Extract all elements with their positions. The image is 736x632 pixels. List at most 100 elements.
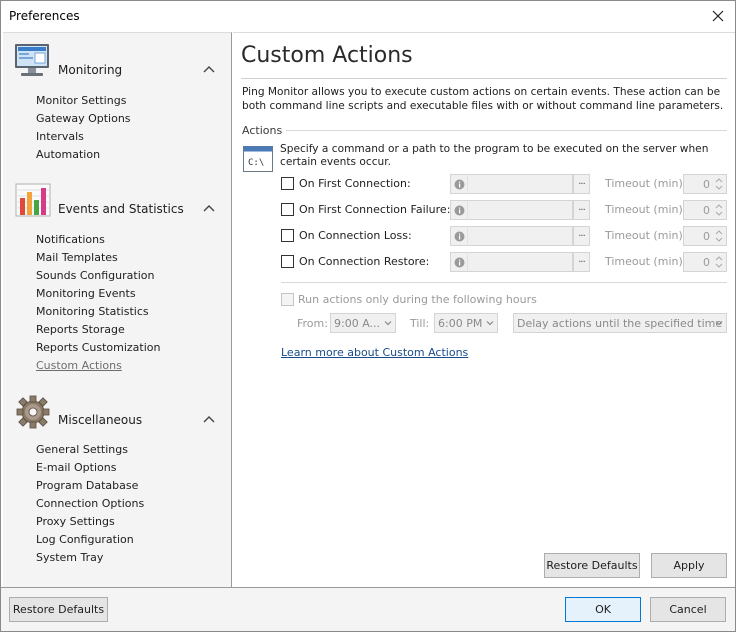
sidebar-item-intervals[interactable]: Intervals: [36, 130, 84, 143]
sidebar-item-monitoring-statistics[interactable]: Monitoring Statistics: [36, 305, 149, 318]
info-icon: [454, 231, 464, 241]
command-path-input[interactable]: [467, 226, 573, 246]
browse-button[interactable]: ···: [573, 226, 590, 246]
section-title-monitoring: Monitoring: [58, 63, 123, 77]
timeout-value: 0: [703, 256, 710, 269]
till-time-select[interactable]: 6:00 PM: [434, 313, 498, 333]
first-connection-checkbox[interactable]: [281, 177, 294, 190]
sidebar-item-mail-templates[interactable]: Mail Templates: [36, 251, 118, 264]
restore-defaults-all-button[interactable]: Restore Defaults: [9, 597, 108, 622]
connection-restore-checkbox[interactable]: [281, 255, 294, 268]
sidebar-item-log-configuration[interactable]: Log Configuration: [36, 533, 134, 546]
close-icon: [712, 10, 724, 22]
sidebar-item-program-database[interactable]: Program Database: [36, 479, 138, 492]
event-label: On First Connection Failure:: [299, 203, 451, 216]
event-label: On Connection Restore:: [299, 255, 430, 268]
sidebar-item-sounds-configuration[interactable]: Sounds Configuration: [36, 269, 154, 282]
from-time-select[interactable]: 9:00 A...: [330, 313, 396, 333]
stepper-arrows-icon[interactable]: [713, 228, 725, 244]
connection-loss-checkbox[interactable]: [281, 229, 294, 242]
timeout-label: Timeout (min):: [605, 229, 687, 242]
till-label: Till:: [410, 317, 430, 330]
monitor-icon: [15, 44, 49, 76]
preferences-window: Preferences Monitoring Monitor Settings …: [0, 0, 736, 632]
event-row-first-connection-failure: On First Connection Failure: ··· Timeout…: [281, 200, 729, 220]
timeout-stepper[interactable]: 0: [683, 200, 727, 220]
info-button[interactable]: [450, 226, 467, 246]
sidebar-item-connection-options[interactable]: Connection Options: [36, 497, 144, 510]
sidebar-item-notifications[interactable]: Notifications: [36, 233, 105, 246]
command-path-input[interactable]: [467, 252, 573, 272]
section-title-miscellaneous: Miscellaneous: [58, 413, 143, 427]
info-button[interactable]: [450, 252, 467, 272]
cancel-button[interactable]: Cancel: [650, 597, 726, 622]
info-button[interactable]: [450, 200, 467, 220]
sidebar-item-general-settings[interactable]: General Settings: [36, 443, 128, 456]
sidebar: Monitoring Monitor Settings Gateway Opti…: [3, 32, 232, 587]
sidebar-item-system-tray[interactable]: System Tray: [36, 551, 103, 564]
timeout-label: Timeout (min):: [605, 255, 687, 268]
run-hours-label: Run actions only during the following ho…: [298, 293, 537, 306]
chevron-up-icon[interactable]: [202, 63, 216, 75]
actions-group-label: Actions: [242, 124, 287, 137]
timeout-label: Timeout (min):: [605, 177, 687, 190]
dialog-footer: Restore Defaults OK Cancel: [1, 587, 735, 631]
browse-button[interactable]: ···: [573, 252, 590, 272]
chevron-down-icon: [715, 321, 723, 326]
from-label: From:: [297, 317, 328, 330]
chevron-up-icon[interactable]: [202, 202, 216, 214]
sidebar-item-reports-storage[interactable]: Reports Storage: [36, 323, 125, 336]
event-row-connection-loss: On Connection Loss: ··· Timeout (min): 0: [281, 226, 729, 246]
timeout-stepper[interactable]: 0: [683, 252, 727, 272]
browse-button[interactable]: ···: [573, 174, 590, 194]
till-time-value: 6:00 PM: [438, 317, 483, 330]
timeout-stepper[interactable]: 0: [683, 226, 727, 246]
stepper-arrows-icon[interactable]: [713, 202, 725, 218]
hours-divider: [281, 282, 727, 283]
timeout-value: 0: [703, 178, 710, 191]
command-path-input[interactable]: [467, 200, 573, 220]
stepper-arrows-icon[interactable]: [713, 176, 725, 192]
title-bar: Preferences: [1, 1, 735, 32]
title-divider: [241, 78, 727, 79]
delay-mode-value: Delay actions until the specified time: [517, 317, 723, 330]
section-header-miscellaneous[interactable]: Miscellaneous: [3, 387, 231, 433]
restore-defaults-page-button[interactable]: Restore Defaults: [544, 553, 640, 578]
bar-chart-icon: [15, 183, 51, 217]
stepper-arrows-icon[interactable]: [713, 254, 725, 270]
timeout-label: Timeout (min):: [605, 203, 687, 216]
sidebar-item-email-options[interactable]: E-mail Options: [36, 461, 116, 474]
first-connection-failure-checkbox[interactable]: [281, 203, 294, 216]
event-label: On First Connection:: [299, 177, 411, 190]
section-header-monitoring[interactable]: Monitoring: [3, 37, 231, 83]
sidebar-item-gateway-options[interactable]: Gateway Options: [36, 112, 131, 125]
main-content: Custom Actions Ping Monitor allows you t…: [233, 32, 735, 587]
sidebar-item-automation[interactable]: Automation: [36, 148, 100, 161]
chevron-up-icon[interactable]: [202, 413, 216, 425]
sidebar-item-proxy-settings[interactable]: Proxy Settings: [36, 515, 115, 528]
ok-button[interactable]: OK: [565, 597, 641, 622]
timeout-value: 0: [703, 204, 710, 217]
section-header-events-statistics[interactable]: Events and Statistics: [3, 176, 231, 222]
chevron-down-icon: [486, 321, 494, 326]
timeout-value: 0: [703, 230, 710, 243]
event-row-connection-restore: On Connection Restore: ··· Timeout (min)…: [281, 252, 729, 272]
browse-button[interactable]: ···: [573, 200, 590, 220]
actions-group-divider: [283, 130, 727, 131]
apply-button[interactable]: Apply: [651, 553, 727, 578]
learn-more-link[interactable]: Learn more about Custom Actions: [281, 346, 468, 359]
close-button[interactable]: [705, 3, 731, 29]
event-label: On Connection Loss:: [299, 229, 412, 242]
command-path-input[interactable]: [467, 174, 573, 194]
section-title-events-statistics: Events and Statistics: [58, 202, 184, 216]
gear-icon: [16, 395, 50, 429]
timeout-stepper[interactable]: 0: [683, 174, 727, 194]
sidebar-item-custom-actions[interactable]: Custom Actions: [36, 359, 122, 372]
sidebar-item-monitor-settings[interactable]: Monitor Settings: [36, 94, 126, 107]
from-time-value: 9:00 A...: [334, 317, 381, 330]
info-button[interactable]: [450, 174, 467, 194]
sidebar-item-monitoring-events[interactable]: Monitoring Events: [36, 287, 136, 300]
delay-mode-select[interactable]: Delay actions until the specified time: [513, 313, 727, 333]
run-hours-checkbox[interactable]: [281, 293, 294, 306]
sidebar-item-reports-customization[interactable]: Reports Customization: [36, 341, 160, 354]
